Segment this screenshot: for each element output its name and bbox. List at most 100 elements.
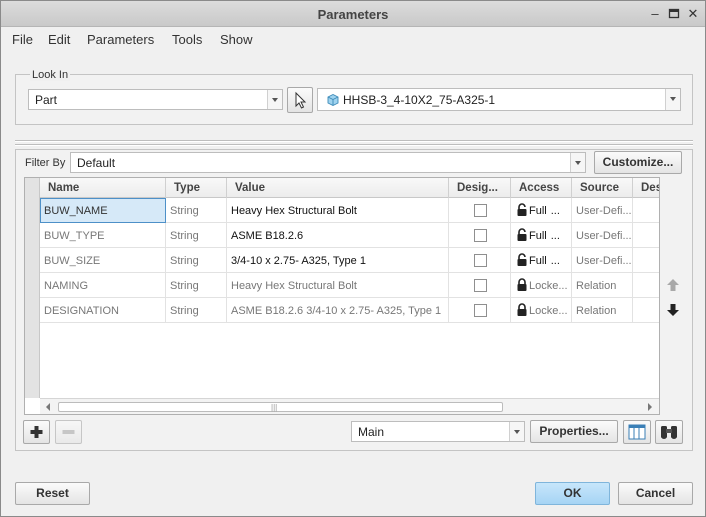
cell-value[interactable]: Heavy Hex Structural Bolt (227, 273, 449, 298)
cell-source[interactable]: Relation (572, 298, 633, 323)
menu-edit[interactable]: Edit (48, 32, 70, 47)
cell-name[interactable]: DESIGNATION (40, 298, 166, 323)
view-select-value: Main (358, 425, 385, 439)
column-header-access[interactable]: Access (511, 178, 572, 198)
cell-source[interactable]: User-Defi... (572, 248, 633, 273)
divider (15, 144, 693, 146)
reset-button[interactable]: Reset (15, 482, 90, 505)
table-row[interactable]: BUW_SIZE String 3/4-10 x 2.75- A325, Type … (40, 248, 659, 273)
look-in-scope-select[interactable]: Part (28, 89, 283, 110)
chevron-down-icon (665, 89, 680, 110)
cell-name[interactable]: BUW_NAME (40, 198, 166, 223)
ok-button[interactable]: OK (535, 482, 610, 505)
cell-access[interactable]: Full... (511, 223, 572, 248)
cell-source[interactable]: User-Defi... (572, 198, 633, 223)
cell-description[interactable] (633, 298, 659, 323)
column-header-description[interactable]: Des (633, 178, 659, 198)
table-header: Name Type Value Desig... Access Source D… (40, 178, 659, 198)
menu-tools[interactable]: Tools (172, 32, 202, 47)
menu-parameters[interactable]: Parameters (87, 32, 154, 47)
look-in-label: Look In (30, 69, 71, 81)
access-value: Full (529, 205, 547, 217)
cell-access[interactable]: Locke... (511, 273, 572, 298)
close-icon[interactable]: ✕ (685, 6, 701, 22)
cell-type[interactable]: String (166, 223, 227, 248)
cell-type[interactable]: String (166, 248, 227, 273)
designate-checkbox[interactable] (474, 304, 487, 317)
remove-parameter-button[interactable] (55, 420, 82, 444)
select-model-button[interactable] (287, 87, 313, 113)
designate-checkbox[interactable] (474, 204, 487, 217)
access-value: Full (529, 255, 547, 267)
cell-description[interactable] (633, 223, 659, 248)
access-text: Locke... (529, 280, 571, 292)
table-row[interactable]: BUW_TYPE String ASME B18.2.6 Full... User-De… (40, 223, 659, 248)
access-text: Full... (529, 205, 560, 217)
find-button[interactable] (655, 420, 683, 444)
lock-icon (517, 303, 527, 316)
column-header-type[interactable]: Type (166, 178, 227, 198)
cell-description[interactable] (633, 198, 659, 223)
menu-show[interactable]: Show (220, 32, 253, 47)
cell-access[interactable]: Full... (511, 248, 572, 273)
add-parameter-button[interactable] (23, 420, 50, 444)
table-row[interactable]: DESIGNATION String ASME B18.2.6 3/4-10 x 2… (40, 298, 659, 323)
cell-access[interactable]: Full... (511, 198, 572, 223)
look-in-scope-value: Part (35, 93, 58, 107)
scroll-left-icon[interactable] (43, 402, 53, 412)
unlocked-lock-icon (517, 228, 527, 241)
column-header-value[interactable]: Value (227, 178, 449, 198)
table-row[interactable]: BUW_NAME String Heavy Hex Structural Bolt F… (40, 198, 659, 223)
cell-name[interactable]: NAMING (40, 273, 166, 298)
cell-source[interactable]: User-Defi... (572, 223, 633, 248)
unlocked-lock-icon (517, 203, 527, 216)
customize-button[interactable]: Customize... (594, 151, 682, 174)
chevron-down-icon (570, 153, 585, 172)
designate-checkbox[interactable] (474, 279, 487, 292)
cell-value[interactable]: ASME B18.2.6 (227, 223, 449, 248)
move-up-icon[interactable] (666, 278, 680, 292)
cell-description[interactable] (633, 273, 659, 298)
menu-file[interactable]: File (12, 32, 33, 47)
model-select[interactable]: HHSB-3_4-10X2_75-A325-1 (317, 88, 681, 111)
cell-type[interactable]: String (166, 273, 227, 298)
cell-value[interactable]: 3/4-10 x 2.75- A325, Type 1 (227, 248, 449, 273)
model-name: HHSB-3_4-10X2_75-A325-1 (343, 93, 496, 107)
minimize-icon[interactable]: – (647, 6, 663, 22)
cell-designate (449, 298, 511, 323)
cell-designate (449, 273, 511, 298)
divider (15, 140, 693, 142)
cell-value[interactable]: ASME B18.2.6 3/4-10 x 2.75- A325, Type 1 (227, 298, 449, 323)
cell-value[interactable]: Heavy Hex Structural Bolt (227, 198, 449, 223)
cell-source[interactable]: Relation (572, 273, 633, 298)
scroll-right-icon[interactable] (645, 402, 655, 412)
filter-select[interactable]: Default (70, 152, 586, 173)
table-columns-icon (628, 424, 646, 440)
cell-designate (449, 223, 511, 248)
cell-type[interactable]: String (166, 298, 227, 323)
column-header-name[interactable]: Name (40, 178, 166, 198)
cell-name[interactable]: BUW_TYPE (40, 223, 166, 248)
column-header-designate[interactable]: Desig... (449, 178, 511, 198)
cursor-icon (295, 91, 307, 109)
properties-button[interactable]: Properties... (530, 420, 618, 443)
view-select[interactable]: Main (351, 421, 525, 442)
access-value: Locke... (529, 305, 568, 317)
cell-description[interactable] (633, 248, 659, 273)
table-row[interactable]: NAMING String Heavy Hex Structural Bolt Loc… (40, 273, 659, 298)
cell-access[interactable]: Locke... (511, 298, 572, 323)
cell-designate (449, 198, 511, 223)
column-header-source[interactable]: Source (572, 178, 633, 198)
table-columns-button[interactable] (623, 420, 651, 444)
designate-checkbox[interactable] (474, 254, 487, 267)
title-bar: Parameters – ✕ (1, 1, 705, 27)
scrollbar-thumb[interactable]: ||| (58, 402, 503, 412)
cell-name[interactable]: BUW_SIZE (40, 248, 166, 273)
cell-type[interactable]: String (166, 198, 227, 223)
move-down-icon[interactable] (666, 303, 680, 317)
horizontal-scrollbar[interactable]: ||| (40, 398, 659, 414)
cancel-button[interactable]: Cancel (618, 482, 693, 505)
designate-checkbox[interactable] (474, 229, 487, 242)
chevron-down-icon (267, 90, 282, 109)
maximize-icon[interactable] (666, 6, 682, 22)
